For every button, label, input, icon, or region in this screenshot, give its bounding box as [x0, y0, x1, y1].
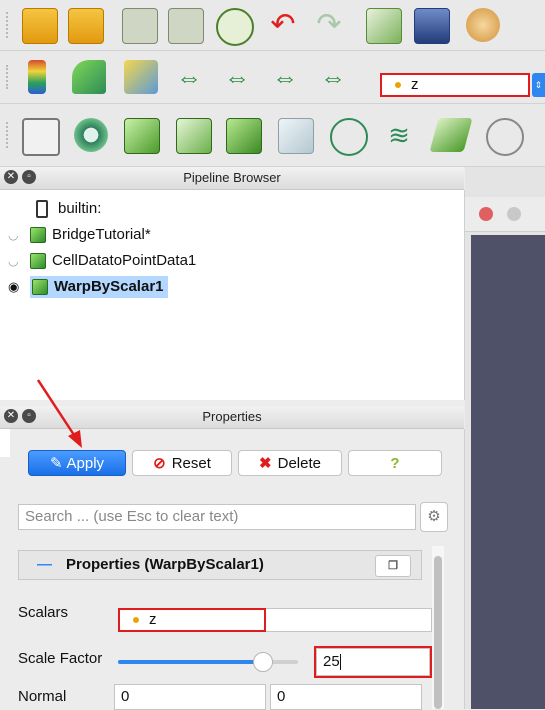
warp-by-vector-icon[interactable]: [429, 118, 473, 152]
scrollbar[interactable]: [432, 546, 444, 709]
toolbar-grip[interactable]: [6, 12, 12, 38]
apply-label: Apply: [66, 455, 105, 472]
rescale-custom-icon[interactable]: ⇔: [172, 60, 206, 94]
threshold-icon[interactable]: [226, 118, 262, 154]
reset-range-icon[interactable]: [124, 60, 158, 94]
pipeline-item-label: BridgeTutorial*: [52, 226, 151, 243]
disconnect-icon[interactable]: [414, 8, 450, 44]
scalars-label: Scalars: [18, 604, 69, 621]
pipeline-item-label: WarpByScalar1: [54, 278, 164, 295]
stream-tracer-icon[interactable]: ≋: [382, 118, 416, 152]
normal-x-value: 0: [121, 688, 130, 705]
dataset-icon: [30, 227, 46, 244]
pipeline-item-label: CellDatatoPointData1: [52, 252, 197, 269]
normal-y-input[interactable]: 0: [270, 684, 422, 710]
delete-button[interactable]: ✖ Delete: [238, 450, 342, 476]
normal-label: Normal: [18, 688, 67, 705]
scale-factor-label: Scale Factor: [18, 650, 103, 667]
clip-icon[interactable]: [124, 118, 160, 154]
annotation-arrow: [36, 379, 82, 448]
pipeline-item-label: builtin:: [58, 200, 102, 217]
load-state-icon[interactable]: [122, 8, 158, 44]
calculator-icon[interactable]: [22, 118, 60, 156]
rescale-visible-icon[interactable]: ⇔: [316, 60, 350, 94]
slider-fill: [118, 660, 262, 664]
glyph-icon[interactable]: [330, 118, 368, 156]
camera-reset-icon[interactable]: [479, 207, 493, 221]
pipeline-item-bridgetutorial[interactable]: ◡ BridgeTutorial*: [8, 224, 151, 246]
reset-icon: ⊘: [153, 455, 166, 472]
undock-icon[interactable]: ▫: [22, 170, 36, 184]
camera-redo-icon[interactable]: [507, 207, 521, 221]
toolbar-grip[interactable]: [6, 122, 12, 148]
eye-closed-icon[interactable]: ◡: [8, 250, 22, 272]
pipeline-item-warpbyscalar[interactable]: ◉ WarpByScalar1: [8, 276, 168, 298]
section-title: Properties (WarpByScalar1): [66, 556, 264, 573]
pipeline-item-builtin[interactable]: builtin:: [36, 198, 101, 220]
copy-icon[interactable]: ❐: [375, 555, 411, 577]
search-input[interactable]: Search ... (use Esc to clear text): [18, 504, 416, 530]
chevron-updown-icon[interactable]: ⇕: [532, 73, 545, 97]
server-icon: [36, 200, 48, 219]
pipeline-item-celldatatopointdata[interactable]: ◡ CellDatatoPointData1: [8, 250, 196, 272]
slider-handle[interactable]: [253, 652, 273, 672]
save-folder-icon[interactable]: [68, 8, 104, 44]
arrow-shaft: [36, 379, 78, 439]
contour-icon[interactable]: [74, 118, 108, 152]
normal-x-input[interactable]: 0: [114, 684, 266, 710]
eye-open-icon[interactable]: ◉: [8, 276, 22, 298]
connect-icon[interactable]: [366, 8, 402, 44]
eye-closed-icon[interactable]: ◡: [8, 224, 22, 246]
apply-button[interactable]: ✎ Apply: [28, 450, 126, 476]
color-legend-icon[interactable]: [28, 60, 46, 94]
reset-label: Reset: [171, 455, 211, 472]
pipeline-tree: builtin: ◡ BridgeTutorial* ◡ CellDatatoPoi…: [0, 190, 465, 400]
highlight-box: [314, 646, 432, 678]
group-datasets-icon[interactable]: [486, 118, 524, 156]
rescale-temporal-icon[interactable]: ⇔: [268, 60, 302, 94]
collapse-icon[interactable]: —: [37, 556, 52, 573]
apply-icon: ✎: [49, 455, 63, 472]
highlight-box: [118, 608, 266, 632]
toolbar-filters: ≋: [0, 104, 545, 167]
dataset-icon: [32, 279, 48, 296]
pipeline-browser-header: ✕ ▫ Pipeline Browser: [0, 167, 464, 190]
help-label: ?: [390, 455, 400, 472]
render-view[interactable]: [471, 235, 545, 709]
dataset-icon: [30, 253, 46, 270]
delete-icon: ✖: [259, 455, 272, 472]
open-folder-icon[interactable]: [22, 8, 58, 44]
advanced-gear-icon[interactable]: ⚙: [420, 502, 448, 532]
reset-button[interactable]: ⊘ Reset: [132, 450, 232, 476]
edit-colormap-icon[interactable]: [72, 60, 106, 94]
save-state-icon[interactable]: [168, 8, 204, 44]
rescale-custom-c-icon[interactable]: ⇔: [220, 60, 254, 94]
scrollbar-thumb[interactable]: [434, 556, 442, 709]
panel-edge: [0, 429, 10, 457]
timer-icon[interactable]: [216, 8, 254, 46]
palette-icon[interactable]: [466, 8, 500, 42]
slice-icon[interactable]: [176, 118, 212, 154]
help-button[interactable]: ?: [348, 450, 442, 476]
arrow-head: [68, 430, 82, 448]
toolbar-main: ↶ ↷: [0, 0, 545, 51]
extract-subset-icon[interactable]: [278, 118, 314, 154]
search-placeholder: Search ... (use Esc to clear text): [25, 508, 239, 525]
properties-title: Properties: [202, 409, 262, 424]
normal-y-value: 0: [277, 688, 286, 705]
scale-factor-slider[interactable]: [118, 652, 298, 672]
properties-section-header[interactable]: — Properties (WarpByScalar1) ❐: [18, 550, 422, 580]
view-toolbar: [465, 197, 545, 232]
redo-icon[interactable]: ↷: [312, 8, 346, 42]
close-icon[interactable]: ✕: [4, 409, 18, 423]
view-area: [465, 167, 545, 709]
highlight-box: [380, 73, 530, 97]
delete-label: Delete: [277, 455, 321, 472]
toolbar-grip[interactable]: [6, 65, 12, 89]
undo-icon[interactable]: ↶: [266, 8, 300, 42]
close-icon[interactable]: ✕: [4, 170, 18, 184]
toolbar-color: ⇔ ⇔ ⇔ ⇔ z ⇕: [0, 51, 545, 104]
pipeline-browser-title: Pipeline Browser: [183, 170, 281, 185]
